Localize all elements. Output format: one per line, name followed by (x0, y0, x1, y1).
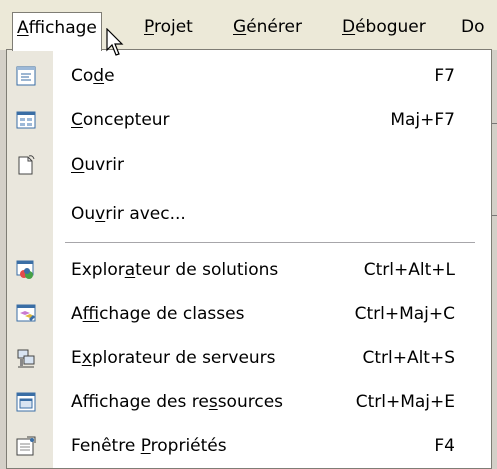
menu-item-shortcut: Ctrl+Alt+L (363, 260, 455, 280)
properties-window-icon (16, 436, 36, 456)
menu-item-shortcut: Maj+F7 (390, 110, 455, 130)
menu-item-affichage-classes[interactable]: Affichage de classes Ctrl+Maj+C (7, 292, 491, 336)
menu-item-label: Code (71, 66, 115, 86)
menu-item-label: Affichage de classes (71, 304, 245, 324)
open-document-icon (18, 155, 35, 175)
menu-item-shortcut: F4 (434, 436, 455, 456)
menu-item-label: Explorateur de serveurs (71, 348, 276, 368)
menu-item-shortcut: Ctrl+Maj+C (354, 304, 455, 324)
menu-separator (65, 242, 475, 243)
background-line (492, 215, 497, 216)
menu-bar: Affichage Projet Générer Déboguer Do (0, 0, 497, 51)
menu-item-label: Concepteur (71, 110, 170, 130)
menu-item-fenetre-proprietes[interactable]: Fenêtre Propriétés F4 (7, 424, 491, 468)
menu-item-explorateur-solutions[interactable]: Explorateur de solutions Ctrl+Alt+L (7, 248, 491, 292)
menu-item-explorateur-serveurs[interactable]: Explorateur de serveurs Ctrl+Alt+S (7, 336, 491, 380)
menu-item-label: Ouvrir (71, 155, 124, 175)
server-explorer-icon (17, 349, 35, 368)
menu-item-concepteur[interactable]: Concepteur Maj+F7 (7, 98, 491, 142)
menu-generer[interactable]: Générer (229, 14, 306, 40)
menu-item-label: Affichage des ressources (71, 392, 284, 412)
menu-deboguer[interactable]: Déboguer (338, 14, 430, 40)
menu-overflow-item[interactable]: Do (457, 14, 489, 40)
resource-view-icon (16, 392, 36, 412)
menu-item-shortcut: Ctrl+Alt+S (362, 348, 455, 368)
menu-item-shortcut: F7 (434, 66, 455, 86)
code-icon (16, 66, 36, 86)
menu-item-ouvrir[interactable]: Ouvrir (7, 143, 491, 187)
menu-affichage[interactable]: Affichage (12, 12, 102, 51)
menu-item-label: Fenêtre Propriétés (71, 436, 227, 456)
mouse-pointer-icon (106, 28, 124, 56)
menu-item-ouvrir-avec[interactable]: Ouvrir avec... (7, 192, 491, 236)
menu-item-label: Ouvrir avec... (71, 204, 186, 224)
class-view-icon (16, 304, 36, 322)
background-line (492, 123, 497, 124)
menu-item-label: Explorateur de solutions (71, 260, 279, 280)
menu-item-code[interactable]: Code F7 (7, 54, 491, 98)
menu-item-affichage-ressources[interactable]: Affichage des ressources Ctrl+Maj+E (7, 380, 491, 424)
affichage-dropdown-menu: Code F7 Concepteur Maj+F7 Ouvrir Ouvrir … (6, 49, 492, 469)
designer-icon (16, 111, 36, 129)
menu-projet[interactable]: Projet (140, 14, 197, 40)
solution-explorer-icon (16, 260, 34, 279)
menu-item-shortcut: Ctrl+Maj+E (355, 392, 455, 412)
